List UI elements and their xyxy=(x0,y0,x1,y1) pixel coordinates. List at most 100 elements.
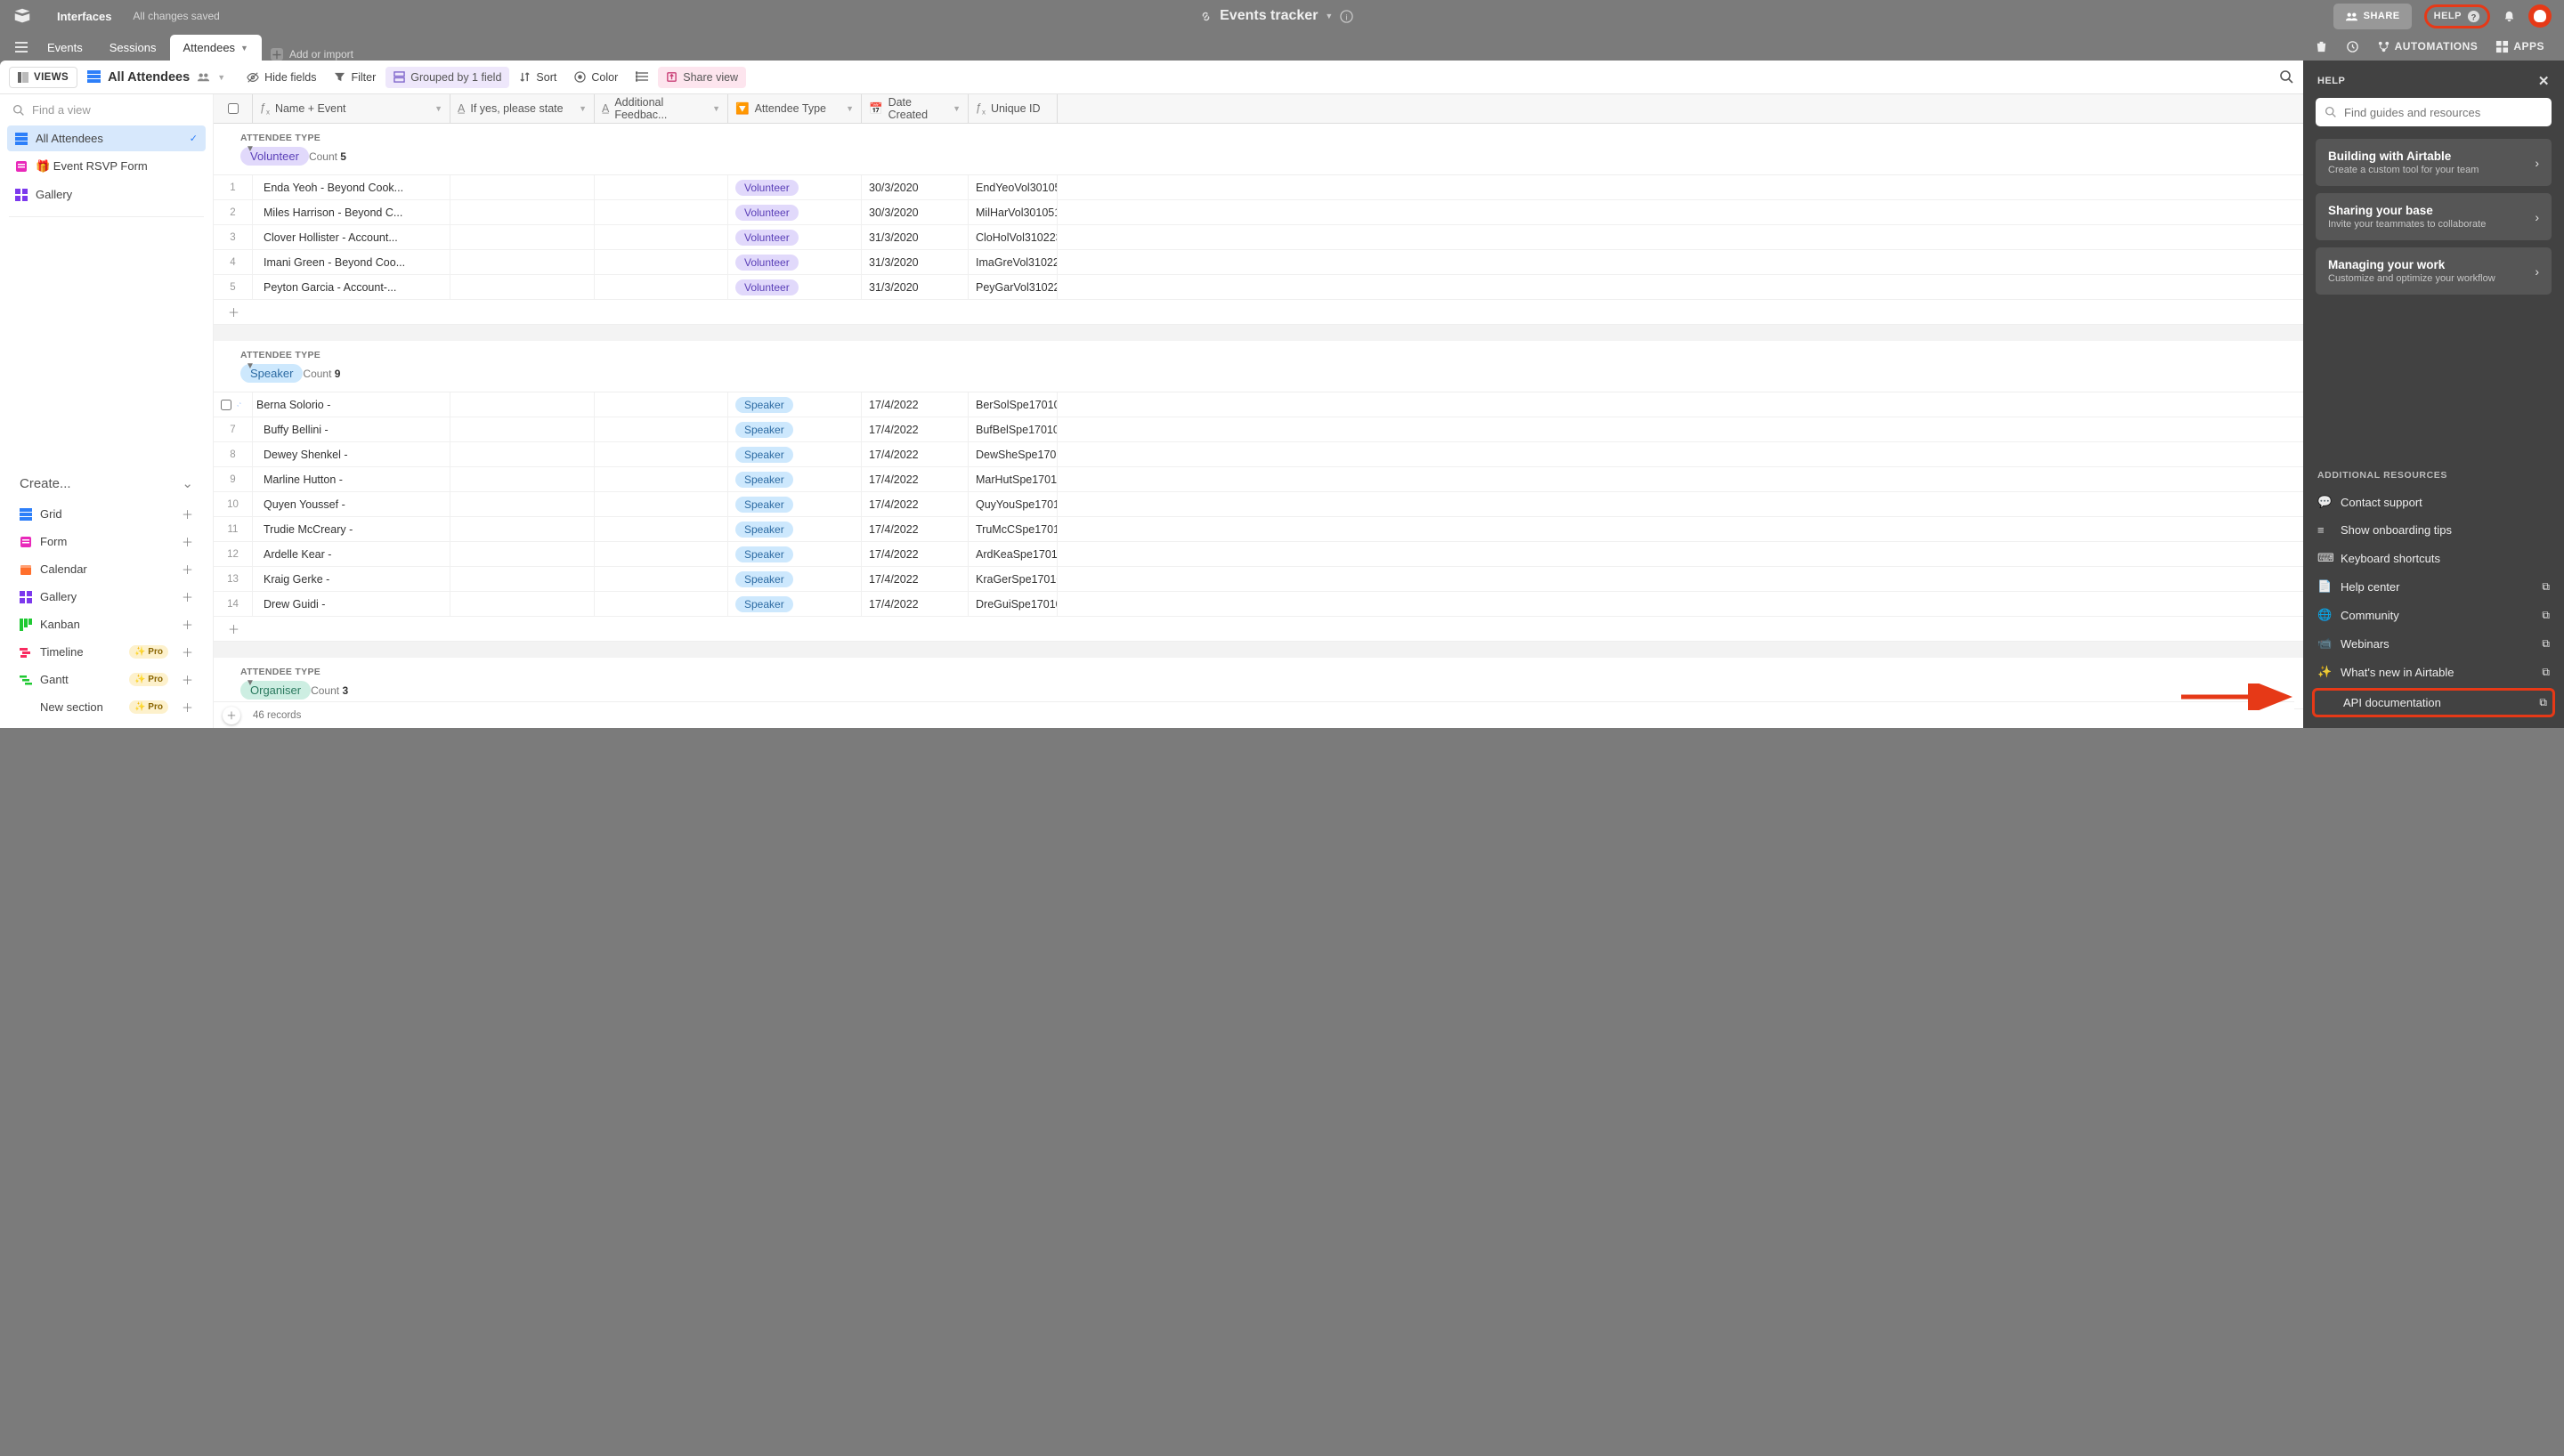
table-row[interactable]: 3Clover Hollister - Account...Volunteer3… xyxy=(214,225,2303,250)
share-icon xyxy=(666,71,678,83)
color-button[interactable]: Color xyxy=(566,67,626,88)
column-header-feedback[interactable]: A̲Additional Feedbac...▼ xyxy=(595,94,728,123)
group-header[interactable]: ▼ATTENDEE TYPESpeakerCount 9 xyxy=(214,341,2303,392)
apps-icon xyxy=(2495,40,2509,53)
help-panel: HELP ✕ Building with AirtableCreate a cu… xyxy=(2303,61,2564,728)
bell-icon[interactable] xyxy=(2503,10,2516,23)
create-view-item[interactable]: Gallery＋ xyxy=(7,583,206,611)
help-button[interactable]: HELP xyxy=(2434,11,2462,21)
resource-item-webinars[interactable]: 📹Webinars⧉ xyxy=(2303,629,2564,658)
column-header-type[interactable]: 🔽Attendee Type▼ xyxy=(728,94,862,123)
table-row[interactable]: 4Imani Green - Beyond Coo...Volunteer31/… xyxy=(214,250,2303,275)
column-header-date[interactable]: 📅Date Created▼ xyxy=(862,94,969,123)
group-header[interactable]: ▼ATTENDEE TYPEVolunteerCount 5 xyxy=(214,124,2303,175)
svg-text:i: i xyxy=(1346,12,1348,21)
share-button[interactable]: SHARE xyxy=(2333,4,2412,29)
history-icon[interactable] xyxy=(2346,40,2359,53)
row-height-button[interactable] xyxy=(628,67,656,87)
record-count: 46 records xyxy=(253,710,301,721)
help-guide-card[interactable]: Sharing your baseInvite your teammates t… xyxy=(2316,193,2552,240)
resource-item-keyboard-shortcuts[interactable]: ⌨Keyboard shortcuts xyxy=(2303,544,2564,572)
views-sidebar: Find a view All Attendees✓🎁 Event RSVP F… xyxy=(0,94,214,728)
view-toolbar: VIEWS All Attendees ▼ Hide fields Filter… xyxy=(0,61,2303,94)
table-tab-attendees[interactable]: Attendees▼ xyxy=(170,35,262,61)
add-row-button[interactable]: ＋ xyxy=(214,300,2303,325)
table-row[interactable]: 12Ardelle Kear -Speaker17/4/2022ArdKeaSp… xyxy=(214,542,2303,567)
close-icon[interactable]: ✕ xyxy=(2538,73,2550,89)
table-tab-sessions[interactable]: Sessions xyxy=(96,35,170,61)
column-header-uid[interactable]: ƒxUnique ID xyxy=(969,94,1058,123)
view-item[interactable]: 🎁 Event RSVP Form xyxy=(7,153,206,180)
table-row[interactable]: 14Drew Guidi -Speaker17/4/2022DreGuiSpe1… xyxy=(214,592,2303,617)
create-view-item[interactable]: New section✨ Pro＋ xyxy=(7,693,206,721)
add-row-button[interactable]: ＋ xyxy=(214,617,2303,642)
views-toggle[interactable]: VIEWS xyxy=(9,67,77,88)
filter-button[interactable]: Filter xyxy=(326,67,384,88)
resource-item-help-center[interactable]: 📄Help center⧉ xyxy=(2303,572,2564,601)
create-view-item[interactable]: Kanban＋ xyxy=(7,611,206,638)
info-icon[interactable]: i xyxy=(1340,10,1353,23)
sort-button[interactable]: Sort xyxy=(511,67,564,88)
automations-button[interactable]: AUTOMATIONS xyxy=(2377,40,2479,53)
main-area: VIEWS All Attendees ▼ Hide fields Filter… xyxy=(0,61,2564,728)
hide-fields-button[interactable]: Hide fields xyxy=(239,67,324,88)
caret-down-icon: ▼ xyxy=(240,44,248,53)
help-guide-card[interactable]: Managing your workCustomize and optimize… xyxy=(2316,247,2552,295)
table-row[interactable]: 8Dewey Shenkel -Speaker17/4/2022DewSheSp… xyxy=(214,442,2303,467)
group-button[interactable]: Grouped by 1 field xyxy=(385,67,509,88)
create-section-header[interactable]: Create... ⌄ xyxy=(7,466,206,500)
help-icon[interactable]: ? xyxy=(2467,10,2480,23)
help-guide-card[interactable]: Building with AirtableCreate a custom to… xyxy=(2316,139,2552,186)
table-row[interactable]: 9Marline Hutton -Speaker17/4/2022MarHutS… xyxy=(214,467,2303,492)
view-item[interactable]: Gallery xyxy=(7,182,206,207)
table-row[interactable]: Berna Solorio -Speaker17/4/2022BerSolSpe… xyxy=(214,392,2303,417)
row-height-icon xyxy=(636,71,648,83)
user-avatar[interactable] xyxy=(2528,4,2552,28)
share-view-button[interactable]: Share view xyxy=(658,67,746,88)
automations-icon xyxy=(2377,40,2390,53)
create-view-item[interactable]: Timeline✨ Pro＋ xyxy=(7,638,206,666)
interfaces-link[interactable]: Interfaces xyxy=(57,10,111,23)
table-tab-events[interactable]: Events xyxy=(34,35,96,61)
table-row[interactable]: 1Enda Yeoh - Beyond Cook...Volunteer30/3… xyxy=(214,175,2303,200)
table-row[interactable]: 7Buffy Bellini -Speaker17/4/2022BufBelSp… xyxy=(214,417,2303,442)
create-view-item[interactable]: Gantt✨ Pro＋ xyxy=(7,666,206,693)
resource-item-contact-support[interactable]: 💬Contact support xyxy=(2303,488,2564,516)
column-header-state[interactable]: A̲If yes, please state▼ xyxy=(450,94,595,123)
top-bar: Interfaces All changes saved Events trac… xyxy=(0,0,2564,32)
svg-text:?: ? xyxy=(2471,12,2477,21)
sort-icon xyxy=(519,71,531,83)
people-icon xyxy=(197,70,210,84)
find-view-search[interactable]: Find a view xyxy=(0,94,213,125)
search-icon[interactable] xyxy=(2279,69,2294,85)
current-view-name[interactable]: All Attendees ▼ xyxy=(79,66,233,89)
view-item[interactable]: All Attendees✓ xyxy=(7,125,206,151)
status-bar: ＋ 46 records xyxy=(214,701,2294,728)
table-row[interactable]: 5Peyton Garcia - Account-...Volunteer31/… xyxy=(214,275,2303,300)
resource-item-show-onboarding-tips[interactable]: ≡Show onboarding tips xyxy=(2303,516,2564,544)
table-row[interactable]: 11Trudie McCreary -Speaker17/4/2022TruMc… xyxy=(214,517,2303,542)
title-caret-icon[interactable]: ▼ xyxy=(1325,12,1333,20)
create-view-item[interactable]: Calendar＋ xyxy=(7,555,206,583)
add-import-button[interactable]: ＋ Add or import xyxy=(271,48,353,61)
create-view-item[interactable]: Form＋ xyxy=(7,528,206,555)
trash-icon[interactable] xyxy=(2315,40,2328,53)
table-row[interactable]: 13Kraig Gerke -Speaker17/4/2022KraGerSpe… xyxy=(214,567,2303,592)
people-icon xyxy=(2345,10,2358,23)
resource-item-community[interactable]: 🌐Community⧉ xyxy=(2303,601,2564,629)
menu-icon[interactable] xyxy=(9,34,34,61)
help-search-input[interactable] xyxy=(2316,98,2552,126)
select-all-checkbox[interactable] xyxy=(214,94,253,123)
resource-item-what-s-new-in-airtable[interactable]: ✨What's new in Airtable⧉ xyxy=(2303,658,2564,686)
create-view-item[interactable]: Grid＋ xyxy=(7,500,206,528)
column-header-name[interactable]: ƒxName + Event▼ xyxy=(253,94,450,123)
resource-item-api-documentation[interactable]: API documentation⧉ xyxy=(2312,688,2555,717)
caret-down-icon: ▼ xyxy=(217,73,225,82)
base-title[interactable]: Events tracker xyxy=(1220,8,1318,24)
color-icon xyxy=(574,71,586,83)
table-row[interactable]: 2Miles Harrison - Beyond C...Volunteer30… xyxy=(214,200,2303,225)
add-record-floating-button[interactable]: ＋ xyxy=(223,707,240,724)
apps-button[interactable]: APPS xyxy=(2495,40,2544,53)
table-row[interactable]: 10Quyen Youssef -Speaker17/4/2022QuyYouS… xyxy=(214,492,2303,517)
help-button-annotation: HELP ? xyxy=(2424,4,2490,28)
